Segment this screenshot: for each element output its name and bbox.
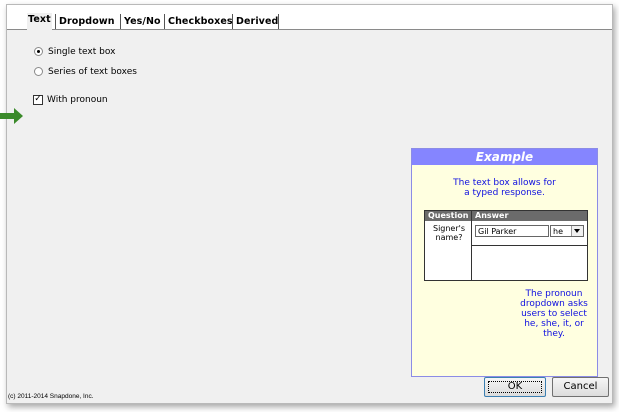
tab-separator (120, 14, 121, 29)
example-pronoun-value: he (553, 227, 563, 236)
text-tab-panel: Single text box Series of text boxes ✓ W… (0, 30, 611, 377)
tab-yes-no[interactable]: Yes/No (123, 15, 162, 29)
tab-checkboxes[interactable]: Checkboxes (167, 15, 234, 29)
example-panel: Example The text box allows for a typed … (411, 148, 598, 377)
tab-separator (164, 14, 165, 29)
tab-text[interactable]: Text (27, 13, 52, 30)
row-divider (471, 245, 587, 246)
example-question-line: name? (435, 233, 463, 242)
example-title: Example (412, 149, 597, 165)
copyright-text: (c) 2011-2014 Snapdone, Inc. (8, 393, 94, 400)
chevron-down-icon (571, 226, 583, 236)
example-description: The text box allows for a typed response… (412, 178, 597, 198)
tab-derived[interactable]: Derived (235, 15, 279, 29)
question-column-header: Question (428, 211, 469, 220)
tab-separator (232, 14, 233, 29)
tab-separator (55, 14, 56, 29)
example-question-line: Signer's (432, 224, 466, 233)
tab-dropdown[interactable]: Dropdown (58, 15, 116, 29)
single-text-box-label: Single text box (48, 47, 116, 57)
example-pronoun-dropdown: he (550, 225, 584, 237)
example-table: Question Answer Signer's name? Gil Parke… (424, 210, 588, 281)
example-note-line: dropdown asks (520, 299, 588, 309)
example-note-line: he, she, it, or (524, 319, 584, 329)
with-pronoun-checkbox[interactable]: ✓ (33, 95, 43, 105)
series-of-text-boxes-radio[interactable] (34, 67, 43, 76)
tab-separator (278, 14, 279, 29)
single-text-box-radio[interactable] (34, 47, 43, 56)
example-note-line: The pronoun (525, 289, 583, 299)
cancel-button[interactable]: Cancel (552, 377, 609, 397)
answer-column-header: Answer (475, 211, 509, 220)
with-pronoun-label: With pronoun (47, 95, 108, 105)
example-description-line: a typed response. (464, 188, 545, 198)
example-answer-field: Gil Parker (475, 225, 549, 237)
example-question: Signer's name? (429, 224, 469, 242)
example-table-header: Question Answer (425, 211, 587, 221)
series-of-text-boxes-label: Series of text boxes (48, 67, 137, 77)
focus-ring (488, 381, 542, 393)
example-note-line: users to select (521, 309, 587, 319)
example-note: The pronoun dropdown asks users to selec… (512, 289, 596, 339)
dialog-footer: (c) 2011-2014 Snapdone, Inc. OK Cancel (7, 373, 612, 403)
dialog-window: Text Dropdown Yes/No Checkboxes Derived … (0, 4, 613, 404)
cancel-button-label: Cancel (563, 381, 598, 392)
example-description-line: The text box allows for (453, 178, 556, 188)
pointer-arrow-icon (0, 108, 23, 124)
example-note-line: they. (543, 329, 565, 339)
ok-button[interactable]: OK (484, 377, 546, 397)
tab-strip: Text Dropdown Yes/No Checkboxes Derived (7, 5, 612, 30)
